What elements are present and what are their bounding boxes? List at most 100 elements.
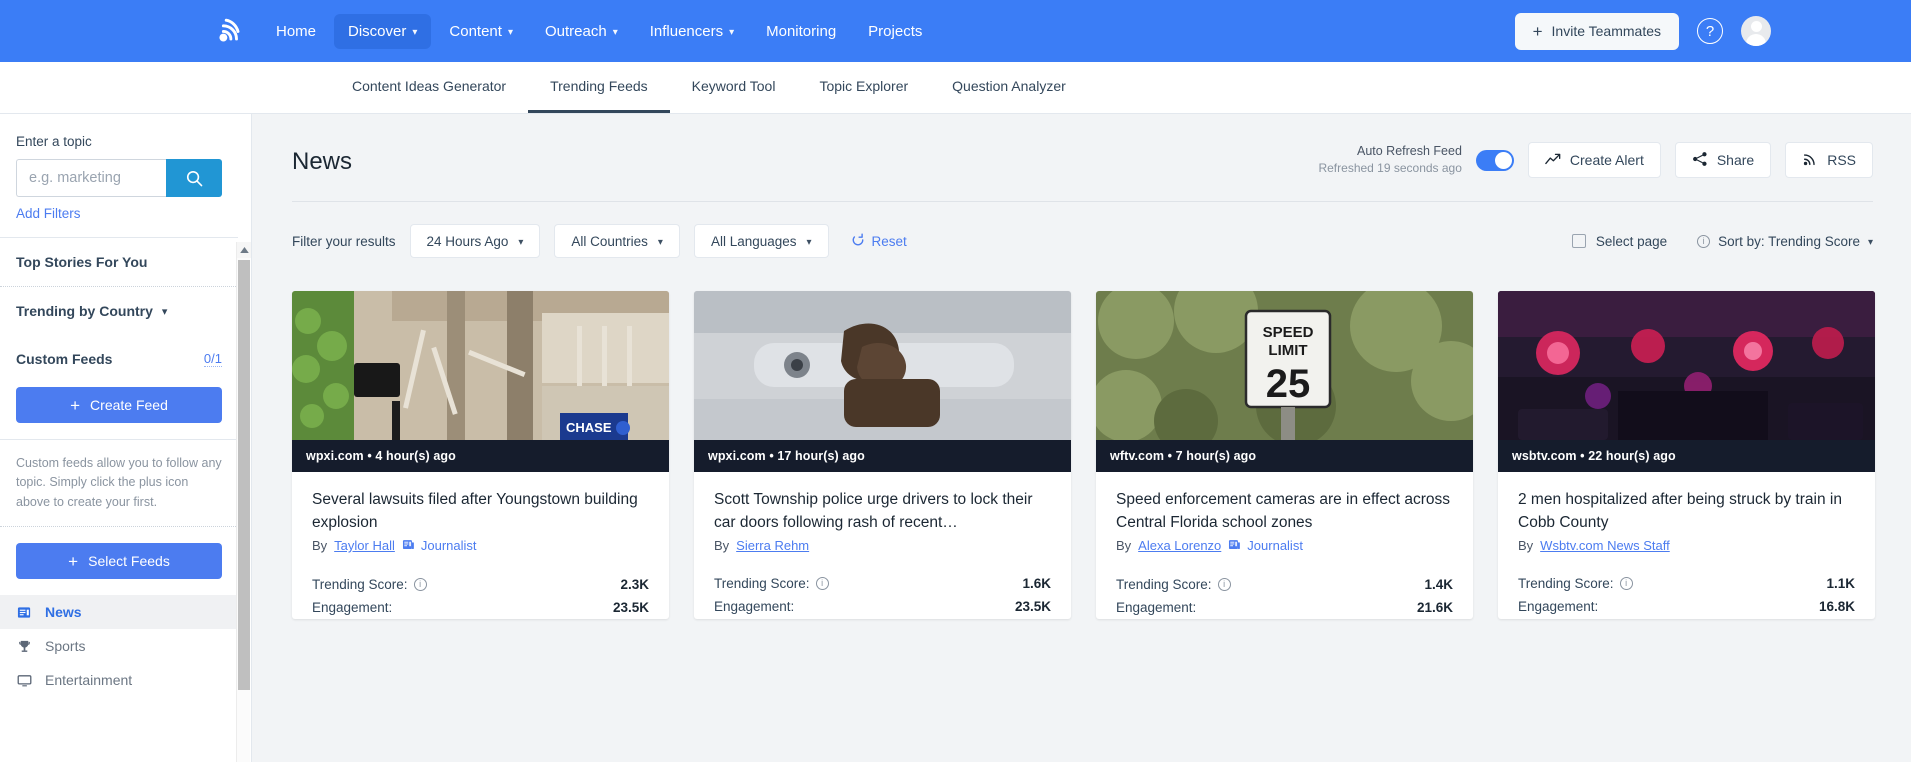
chevron-down-icon: ▾ bbox=[161, 305, 168, 318]
info-icon[interactable]: i bbox=[1619, 576, 1633, 590]
share-button[interactable]: Share bbox=[1674, 142, 1772, 178]
sidebar-item-label: Top Stories For You bbox=[16, 254, 148, 270]
reset-filters-button[interactable]: Reset bbox=[851, 233, 907, 250]
sidebar-item-news[interactable]: News bbox=[0, 595, 238, 630]
card-title[interactable]: 2 men hospitalized after being struck by… bbox=[1518, 488, 1855, 535]
card-metrics: Trending Score: i 2.3K Engagement: 23.5K bbox=[312, 573, 649, 619]
journalist-label: Journalist bbox=[420, 538, 477, 553]
tab-question-analyzer[interactable]: Question Analyzer bbox=[930, 62, 1088, 113]
chevron-down-icon: ▾ bbox=[806, 236, 812, 248]
rss-button[interactable]: RSS bbox=[1785, 142, 1873, 178]
engagement-value: 23.5K bbox=[612, 599, 649, 615]
trending-score-label: Trending Score: bbox=[714, 575, 810, 591]
nav-label: Discover bbox=[348, 22, 407, 40]
tab-label: Content Ideas Generator bbox=[352, 78, 507, 94]
news-card[interactable]: CHASE wpxi.com • 4 hour(s) ago Several l… bbox=[292, 291, 669, 619]
monitor-icon bbox=[16, 673, 33, 688]
filter-time-range-dropdown[interactable]: 24 Hours Ago ▾ bbox=[409, 224, 541, 258]
card-title[interactable]: Speed enforcement cameras are in effect … bbox=[1116, 488, 1453, 535]
help-glyph: ? bbox=[1705, 22, 1715, 40]
create-alert-button[interactable]: Create Alert bbox=[1527, 142, 1661, 178]
chevron-down-icon: ▾ bbox=[1867, 236, 1873, 248]
tab-trending-feeds[interactable]: Trending Feeds bbox=[528, 62, 670, 113]
sidebar-item-sports[interactable]: Sports bbox=[0, 629, 238, 663]
engagement-row: Engagement: 23.5K bbox=[714, 595, 1051, 618]
select-page-checkbox[interactable]: Select page bbox=[1571, 233, 1668, 249]
invite-teammates-button[interactable]: + Invite Teammates bbox=[1514, 12, 1679, 50]
help-icon[interactable]: ? bbox=[1697, 18, 1723, 44]
nav-label: Monitoring bbox=[766, 22, 837, 40]
sort-by-dropdown[interactable]: i Sort by: Trending Score ▾ bbox=[1697, 234, 1873, 249]
create-feed-button[interactable]: + Create Feed bbox=[16, 387, 222, 423]
sidebar-item-top-stories[interactable]: Top Stories For You bbox=[0, 238, 238, 286]
sidebar-item-label: Sports bbox=[45, 638, 86, 655]
nav-label: Outreach bbox=[544, 22, 607, 40]
journalist-badge[interactable]: Journalist bbox=[1228, 538, 1303, 554]
top-nav-actions: + Invite Teammates ? bbox=[1514, 12, 1771, 50]
card-source-and-time: wpxi.com • 4 hour(s) ago bbox=[292, 440, 669, 472]
filter-languages-dropdown[interactable]: All Languages ▾ bbox=[693, 224, 829, 258]
tab-content-ideas-generator[interactable]: Content Ideas Generator bbox=[330, 62, 528, 113]
news-card[interactable]: SPEED LIMIT 25 wftv.com • 7 hour(s) ago … bbox=[1096, 291, 1473, 619]
divider bbox=[0, 526, 238, 528]
auto-refresh-toggle[interactable] bbox=[1475, 149, 1514, 171]
nav-item-outreach[interactable]: Outreach ▾ bbox=[531, 14, 632, 49]
card-author-link[interactable]: Sierra Rehm bbox=[736, 538, 809, 553]
engagement-label: Engagement: bbox=[1116, 599, 1197, 615]
app-logo-icon[interactable] bbox=[210, 12, 248, 50]
search-button[interactable] bbox=[166, 159, 222, 197]
nav-item-projects[interactable]: Projects bbox=[854, 14, 936, 49]
plus-icon: + bbox=[70, 395, 81, 415]
sidebar-item-label: Entertainment bbox=[45, 672, 133, 689]
news-card[interactable]: wsbtv.com • 22 hour(s) ago 2 men hospita… bbox=[1498, 291, 1875, 619]
topic-search-row bbox=[16, 159, 222, 197]
trending-score-label: Trending Score: bbox=[312, 576, 408, 592]
scroll-up-arrow-icon[interactable] bbox=[237, 242, 251, 258]
topic-field-label: Enter a topic bbox=[16, 134, 92, 149]
info-icon[interactable]: i bbox=[1217, 577, 1231, 591]
news-card[interactable]: wpxi.com • 17 hour(s) ago Scott Township… bbox=[694, 291, 1071, 619]
select-page-label: Select page bbox=[1595, 233, 1668, 249]
journalist-badge[interactable]: Journalist bbox=[402, 538, 477, 554]
nav-item-monitoring[interactable]: Monitoring bbox=[752, 14, 850, 49]
chevron-down-icon: ▾ bbox=[657, 236, 663, 248]
tab-keyword-tool[interactable]: Keyword Tool bbox=[670, 62, 798, 113]
filter-bar: Filter your results 24 Hours Ago ▾ All C… bbox=[292, 202, 1873, 258]
add-filters-link[interactable]: Add Filters bbox=[16, 206, 81, 221]
card-author-link[interactable]: Alexa Lorenzo bbox=[1138, 538, 1221, 553]
filter-countries-dropdown[interactable]: All Countries ▾ bbox=[554, 224, 680, 258]
sidebar-item-entertainment[interactable]: Entertainment bbox=[0, 663, 238, 697]
auto-refresh-info: Auto Refresh Feed Refreshed 19 seconds a… bbox=[1318, 143, 1461, 176]
svg-text:SPEED: SPEED bbox=[1263, 324, 1314, 341]
avatar[interactable] bbox=[1741, 16, 1771, 46]
card-author-link[interactable]: Taylor Hall bbox=[334, 538, 395, 553]
chevron-down-icon: ▾ bbox=[518, 236, 524, 248]
engagement-value: 23.5K bbox=[1014, 598, 1051, 614]
filter-bar-label: Filter your results bbox=[292, 233, 396, 249]
card-title[interactable]: Several lawsuits filed after Youngstown … bbox=[312, 488, 649, 535]
card-source-and-time: wftv.com • 7 hour(s) ago bbox=[1096, 440, 1473, 472]
page-header: News Auto Refresh Feed Refreshed 19 seco… bbox=[292, 142, 1873, 178]
tab-topic-explorer[interactable]: Topic Explorer bbox=[797, 62, 930, 113]
info-icon[interactable]: i bbox=[413, 577, 427, 591]
filter-label: All Countries bbox=[571, 233, 648, 249]
info-icon[interactable]: i bbox=[815, 576, 829, 590]
sidebar-item-trending-by-country[interactable]: Trending by Country ▾ bbox=[0, 287, 238, 335]
nav-item-content[interactable]: Content ▾ bbox=[435, 14, 527, 49]
trend-arrow-icon bbox=[1545, 152, 1561, 168]
checkbox-icon bbox=[1571, 234, 1586, 248]
card-author-link[interactable]: Wsbtv.com News Staff bbox=[1540, 538, 1670, 553]
chevron-down-icon: ▾ bbox=[612, 26, 618, 38]
filter-label: All Languages bbox=[710, 233, 797, 249]
nav-item-home[interactable]: Home bbox=[262, 14, 330, 49]
sidebar-scrollbar[interactable] bbox=[236, 242, 251, 762]
search-input[interactable] bbox=[16, 159, 166, 197]
custom-feeds-label: Custom Feeds bbox=[16, 351, 113, 367]
select-feeds-button[interactable]: + Select Feeds bbox=[16, 543, 222, 580]
card-byline: By Taylor Hall Journalist bbox=[312, 538, 649, 554]
sidebar-scrollbar-thumb[interactable] bbox=[238, 260, 250, 690]
nav-item-influencers[interactable]: Influencers ▾ bbox=[636, 14, 748, 49]
engagement-value: 21.6K bbox=[1416, 599, 1453, 615]
card-title[interactable]: Scott Township police urge drivers to lo… bbox=[714, 488, 1051, 535]
nav-item-discover[interactable]: Discover ▾ bbox=[334, 13, 432, 49]
